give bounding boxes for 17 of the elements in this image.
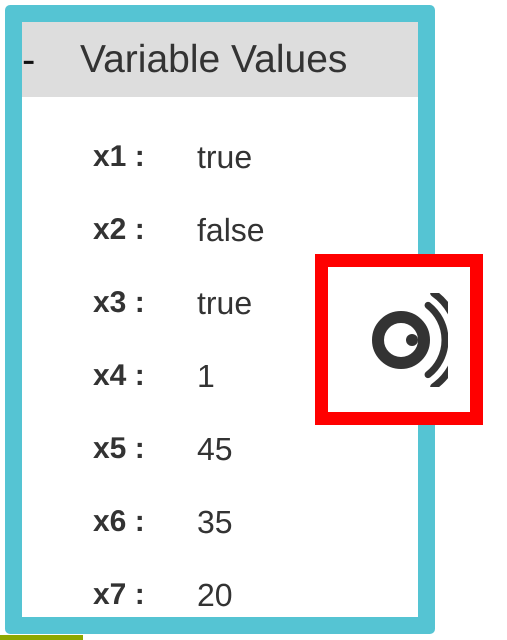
panel-title: Variable Values xyxy=(80,40,348,79)
variable-value: 1 xyxy=(197,358,215,394)
collapse-toggle[interactable]: - xyxy=(22,40,80,80)
variable-name: x5 : xyxy=(93,432,146,466)
variable-value: false xyxy=(197,212,265,248)
variable-name: x7 : xyxy=(93,578,146,612)
variable-value: 35 xyxy=(197,504,233,540)
variable-name: x2 : xyxy=(93,213,146,247)
variable-name: x6 : xyxy=(93,505,146,539)
variable-value: true xyxy=(197,138,252,176)
variable-name: x4 : xyxy=(93,359,146,393)
variable-value: true xyxy=(197,284,252,322)
variable-name: x1 : xyxy=(93,140,146,174)
variable-name: x3 : xyxy=(93,286,146,320)
variable-value: 20 xyxy=(197,576,233,614)
sound-button[interactable] xyxy=(315,254,483,425)
variable-value: 45 xyxy=(197,430,233,468)
